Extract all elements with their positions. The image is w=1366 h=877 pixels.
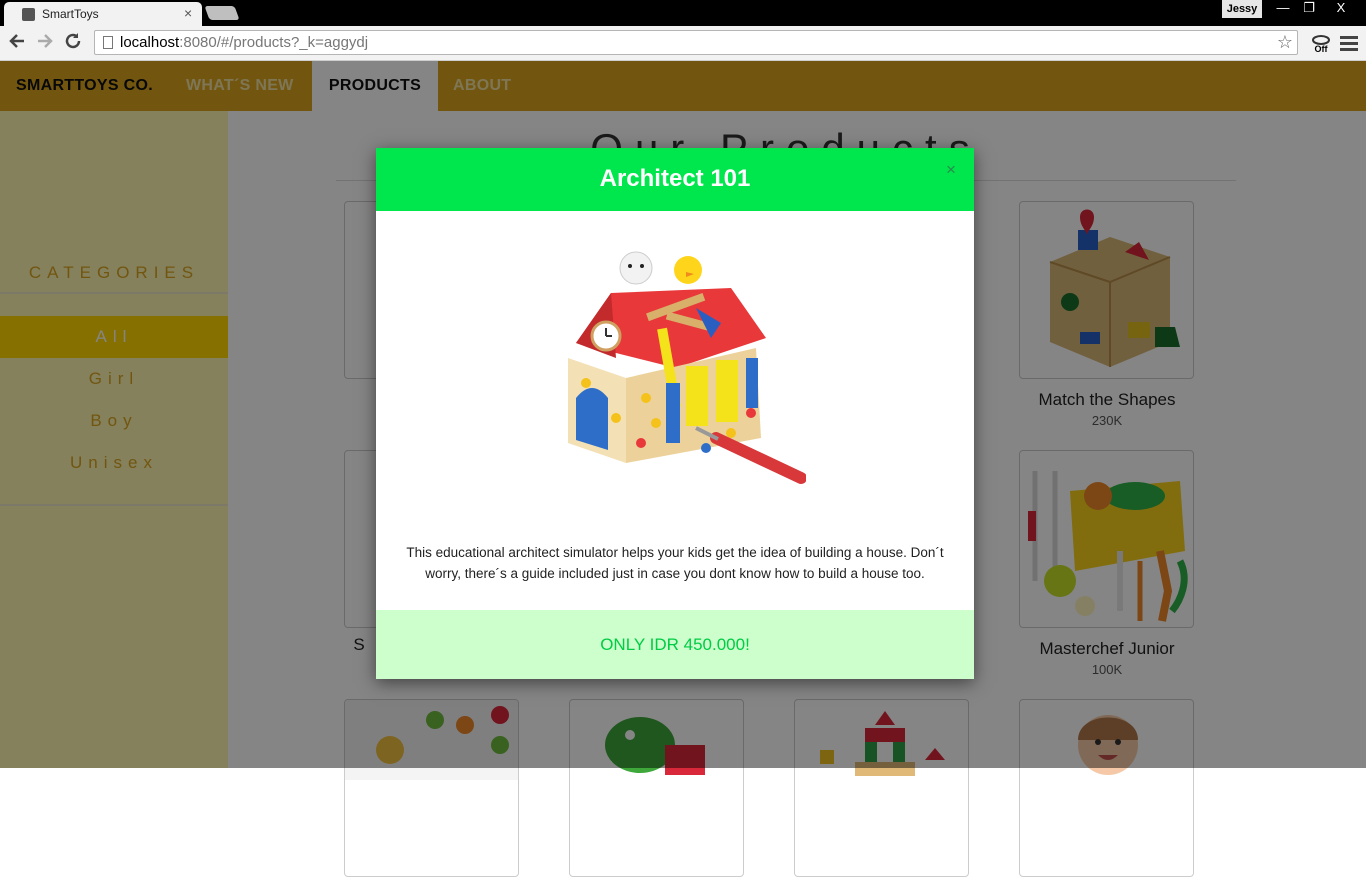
browser-menu-icon[interactable] <box>1340 33 1358 53</box>
bookmark-star-icon[interactable]: ☆ <box>1277 32 1293 53</box>
url-text[interactable]: localhost:8080/#/products?_k=aggydj <box>120 34 368 51</box>
page-icon <box>103 36 113 49</box>
tab-title: SmartToys <box>42 7 99 21</box>
close-window-button[interactable]: X <box>1328 0 1354 18</box>
forward-button[interactable] <box>34 32 56 54</box>
tab-close-icon[interactable]: × <box>184 5 192 21</box>
restore-button[interactable]: ❐ <box>1296 0 1322 18</box>
browser-toolbar: localhost:8080/#/products?_k=aggydj ☆ <box>0 26 1366 61</box>
favicon-icon <box>22 8 35 21</box>
forward-arrow-icon <box>38 34 53 48</box>
minimize-button[interactable]: — <box>1270 0 1296 18</box>
modal-footer: ONLY IDR 450.000! <box>376 610 974 679</box>
modal-title: Architect 101 <box>599 165 751 192</box>
browser-titlebar: SmartToys × Jessy — ❐ X <box>0 0 1366 26</box>
extension-icon[interactable]: Off <box>1308 34 1334 56</box>
new-tab-button[interactable] <box>204 6 240 20</box>
architect-house-image <box>568 251 806 484</box>
reload-icon <box>65 33 81 49</box>
modal-description: This educational architect simulator hel… <box>406 545 944 581</box>
back-arrow-icon <box>9 34 24 48</box>
product-modal: Architect 101 × This educational archite… <box>376 148 974 679</box>
back-button[interactable] <box>6 32 28 54</box>
modal-header: Architect 101 × <box>376 148 974 211</box>
modal-price: ONLY IDR 450.000! <box>600 635 750 654</box>
close-icon[interactable]: × <box>946 160 956 180</box>
address-bar[interactable]: localhost:8080/#/products?_k=aggydj ☆ <box>94 30 1298 55</box>
reload-button[interactable] <box>62 32 84 54</box>
browser-tab[interactable]: SmartToys × <box>4 2 202 26</box>
profile-button[interactable]: Jessy <box>1222 0 1262 18</box>
